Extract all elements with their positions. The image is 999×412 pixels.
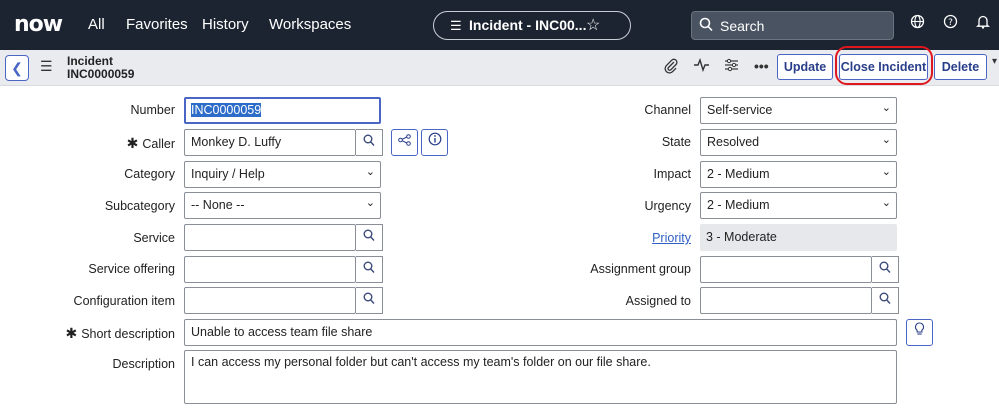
category-select[interactable]: Inquiry / Help ⌄ xyxy=(184,161,381,188)
urgency-select[interactable]: 2 - Medium ⌄ xyxy=(700,192,897,219)
record-type: Incident xyxy=(67,54,114,68)
chevron-down-icon: ⌄ xyxy=(881,166,891,178)
channel-select[interactable]: Self-service ⌄ xyxy=(700,97,897,124)
chevron-down-icon: ⌄ xyxy=(881,134,891,146)
suggestion-lightbulb-icon[interactable] xyxy=(906,319,933,346)
assignment-group-lookup-search-icon[interactable] xyxy=(872,256,899,283)
more-options-icon[interactable]: ••• xyxy=(754,58,769,74)
service-label: Service xyxy=(133,231,175,245)
global-search[interactable]: Search xyxy=(691,11,894,40)
category-label: Category xyxy=(124,167,175,181)
subcategory-label: Subcategory xyxy=(104,199,175,213)
impact-select[interactable]: 2 - Medium ⌄ xyxy=(700,161,897,188)
caller-lookup-search-icon[interactable] xyxy=(356,129,383,156)
channel-label: Channel xyxy=(644,103,691,117)
top-navigation: now All Favorites History Workspaces ☰ I… xyxy=(0,0,999,50)
configuration-item-label: Configuration item xyxy=(73,294,175,308)
delete-button[interactable]: Delete xyxy=(934,54,987,80)
activity-icon[interactable] xyxy=(694,57,709,75)
service-offering-field[interactable] xyxy=(184,256,356,283)
assignment-group-field[interactable] xyxy=(700,256,872,283)
help-icon[interactable]: ? xyxy=(943,14,958,33)
context-title: Incident - INC00... xyxy=(469,17,587,33)
number-label: Number xyxy=(130,103,175,117)
impact-label: Impact xyxy=(653,167,691,181)
assigned-to-field[interactable] xyxy=(700,287,872,314)
chevron-down-icon: ⌄ xyxy=(881,102,891,114)
nav-favorites[interactable]: Favorites xyxy=(126,16,188,33)
number-value: INC0000059 xyxy=(191,103,262,117)
notifications-bell-icon[interactable] xyxy=(976,14,990,33)
service-lookup-search-icon[interactable] xyxy=(356,224,383,251)
caller-field[interactable]: Monkey D. Luffy xyxy=(184,129,356,156)
overflow-chevron-icon[interactable]: ▾ xyxy=(992,56,997,67)
servicenow-logo[interactable]: now xyxy=(14,12,63,37)
info-icon[interactable] xyxy=(421,129,448,156)
update-button[interactable]: Update xyxy=(777,54,833,80)
short-description-label: ✱ Short description xyxy=(65,325,175,341)
priority-link[interactable]: Priority xyxy=(560,231,691,245)
description-textarea[interactable]: I can access my personal folder but can'… xyxy=(184,350,897,404)
urgency-label: Urgency xyxy=(644,199,691,213)
required-indicator: ✱ xyxy=(126,135,139,151)
context-pill[interactable]: ☰ Incident - INC00... ☆ xyxy=(433,11,631,40)
number-field[interactable]: INC0000059 xyxy=(184,97,381,124)
priority-readonly-field: 3 - Moderate xyxy=(700,224,897,251)
context-menu-icon[interactable]: ☰ xyxy=(40,58,53,75)
service-field[interactable] xyxy=(184,224,356,251)
state-label: State xyxy=(661,135,691,149)
subcategory-select[interactable]: -- None -- ⌄ xyxy=(184,192,381,219)
chevron-down-icon: ⌄ xyxy=(881,197,891,209)
search-icon xyxy=(699,17,713,32)
caller-label: ✱ Caller xyxy=(126,135,175,151)
assigned-to-lookup-search-icon[interactable] xyxy=(872,287,899,314)
personalize-form-icon[interactable] xyxy=(724,58,739,75)
list-icon: ☰ xyxy=(450,18,462,33)
short-description-field[interactable]: Unable to access team file share xyxy=(184,319,897,346)
globe-icon[interactable] xyxy=(910,14,925,33)
search-placeholder: Search xyxy=(720,18,765,34)
dependency-tree-icon[interactable] xyxy=(391,129,418,156)
service-offering-lookup-search-icon[interactable] xyxy=(356,256,383,283)
record-number: INC0000059 xyxy=(67,67,135,81)
nav-all[interactable]: All xyxy=(88,16,105,33)
required-indicator: ✱ xyxy=(65,325,78,341)
nav-history[interactable]: History xyxy=(202,16,249,33)
back-button[interactable]: ❮ xyxy=(5,55,29,81)
service-offering-label: Service offering xyxy=(88,262,175,276)
assigned-to-label: Assigned to xyxy=(625,294,691,308)
svg-text:?: ? xyxy=(948,18,953,28)
highlight-annotation xyxy=(835,46,933,85)
chevron-down-icon: ⌄ xyxy=(365,166,375,178)
star-icon[interactable]: ☆ xyxy=(586,15,600,35)
attachment-icon[interactable] xyxy=(664,58,678,77)
chevron-down-icon: ⌄ xyxy=(365,197,375,209)
assignment-group-label: Assignment group xyxy=(590,262,691,276)
configuration-item-field[interactable] xyxy=(184,287,356,314)
description-label: Description xyxy=(112,357,175,371)
nav-workspaces[interactable]: Workspaces xyxy=(269,16,351,33)
configuration-item-lookup-search-icon[interactable] xyxy=(356,287,383,314)
state-select[interactable]: Resolved ⌄ xyxy=(700,129,897,156)
